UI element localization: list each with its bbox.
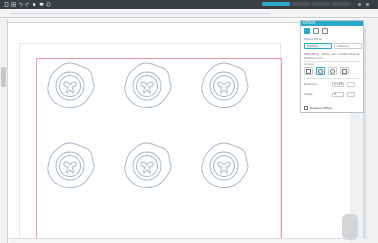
section-label-corner: Corner bbox=[304, 62, 315, 66]
shape-icon[interactable] bbox=[46, 2, 51, 7]
offset-mode-icon[interactable] bbox=[304, 28, 310, 34]
corner-square-button[interactable] bbox=[304, 67, 313, 75]
tab-library[interactable] bbox=[312, 2, 330, 6]
redo-icon[interactable] bbox=[25, 2, 30, 7]
round-corner-icon bbox=[318, 68, 323, 74]
offset-style-options: Outline Internal bbox=[304, 43, 362, 49]
release-offset-row[interactable]: Release Offset bbox=[304, 105, 332, 111]
grid-icon[interactable] bbox=[11, 2, 16, 7]
panel-mode-icons bbox=[304, 28, 334, 35]
wax-seal-design[interactable] bbox=[119, 137, 175, 193]
square-icon bbox=[342, 68, 347, 74]
ribbon-toolbar bbox=[0, 9, 378, 18]
cursor-icon[interactable] bbox=[32, 2, 37, 7]
settings-icon[interactable] bbox=[358, 3, 361, 6]
wax-seal-design[interactable] bbox=[42, 137, 98, 193]
panel-header[interactable]: Offset bbox=[301, 20, 363, 26]
scroll-thumb[interactable] bbox=[342, 214, 358, 240]
undo-icon[interactable] bbox=[18, 2, 23, 7]
trace-mode-icon[interactable] bbox=[313, 28, 319, 34]
section-label-style: Offset Style bbox=[304, 37, 322, 41]
angle-row: Angle 0 bbox=[304, 92, 362, 98]
wax-seal-design[interactable] bbox=[119, 57, 175, 113]
account-icon[interactable] bbox=[366, 3, 369, 6]
panel-divider bbox=[304, 78, 361, 79]
angle-label: Angle bbox=[304, 92, 313, 96]
tab-send[interactable] bbox=[332, 2, 350, 6]
offset-panel: Offset Offset Style Outline Internal Off… bbox=[300, 20, 364, 113]
corner-option-3[interactable] bbox=[328, 67, 337, 75]
panel-title: Offset bbox=[303, 20, 316, 25]
distance-input[interactable]: 0.125 bbox=[332, 82, 344, 87]
vertical-ruler bbox=[0, 19, 8, 243]
left-toolbar-handle[interactable] bbox=[1, 67, 6, 87]
heart-icon[interactable] bbox=[39, 2, 44, 7]
square-corner-icon bbox=[306, 68, 311, 74]
distance-label: Distance bbox=[304, 82, 318, 86]
design-canvas[interactable] bbox=[9, 23, 350, 243]
distance-row: Distance 0.125 bbox=[304, 82, 362, 88]
horizontal-scrollbar[interactable] bbox=[9, 238, 350, 243]
top-toolbar bbox=[0, 0, 378, 9]
circle-icon bbox=[330, 68, 335, 74]
ribbon-divider bbox=[10, 13, 270, 14]
tab-store[interactable] bbox=[292, 2, 310, 6]
release-offset-checkbox[interactable] bbox=[304, 106, 308, 110]
corner-round-button[interactable] bbox=[316, 67, 325, 75]
corner-style-options bbox=[304, 67, 362, 75]
settings-mode-icon[interactable] bbox=[322, 28, 328, 34]
release-offset-label: Release Offset bbox=[310, 106, 332, 110]
angle-stepper[interactable] bbox=[347, 92, 355, 97]
option-internal[interactable]: Internal bbox=[334, 43, 362, 49]
option-outline[interactable]: Outline bbox=[304, 43, 332, 49]
wax-seal-design[interactable] bbox=[42, 57, 98, 113]
file-icon[interactable] bbox=[4, 2, 9, 7]
distance-stepper[interactable] bbox=[347, 82, 355, 87]
tab-design[interactable] bbox=[262, 2, 290, 6]
wax-seal-design[interactable] bbox=[196, 137, 252, 193]
angle-input[interactable]: 0 bbox=[332, 92, 344, 97]
corner-option-4[interactable] bbox=[340, 67, 349, 75]
offset-hint-text: Offsetting - when you created this as Ou… bbox=[304, 52, 360, 60]
silhouette-studio-window: Offset Offset Style Outline Internal Off… bbox=[0, 0, 378, 243]
wax-seal-design[interactable] bbox=[196, 57, 252, 113]
